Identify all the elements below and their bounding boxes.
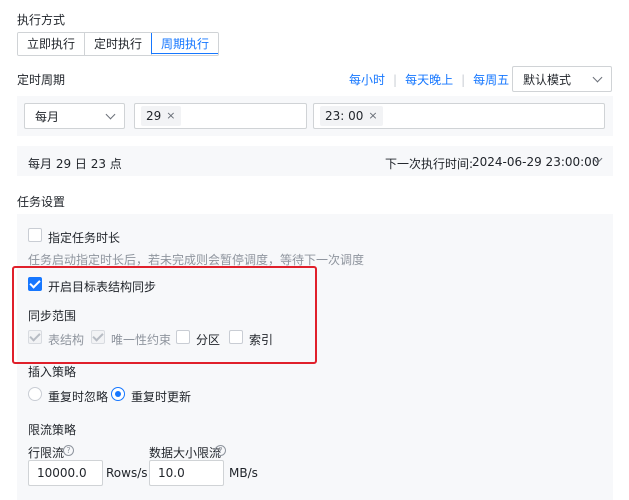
link-separator: | bbox=[461, 72, 466, 87]
insert-ignore-label: 重复时忽略 bbox=[48, 390, 109, 404]
insert-update-label: 重复时更新 bbox=[131, 390, 192, 404]
quick-link-nightly[interactable]: 每天晚上 bbox=[405, 71, 453, 88]
duration-checkbox[interactable] bbox=[28, 228, 42, 242]
time-tag: 23: 00 × bbox=[320, 106, 383, 126]
insert-ignore-radio[interactable] bbox=[28, 387, 42, 401]
row-limit-label: 行限流 bbox=[28, 446, 65, 460]
close-icon[interactable]: × bbox=[368, 106, 377, 126]
task-title: 任务设置 bbox=[17, 195, 66, 209]
exec-mode-scheduled[interactable]: 定时执行 bbox=[85, 33, 153, 55]
day-tag-label: 29 bbox=[146, 109, 162, 123]
time-multiselect[interactable]: 23: 00 × bbox=[313, 103, 605, 129]
data-limit-input[interactable]: 10.0 bbox=[149, 460, 224, 486]
help-icon[interactable]: ? bbox=[215, 445, 226, 456]
insert-update-radio[interactable] bbox=[111, 387, 125, 401]
limit-title: 限流策略 bbox=[28, 423, 77, 437]
time-tag-label: 23: 00 bbox=[325, 109, 364, 123]
exec-mode-segmented: 立即执行 定时执行 周期执行 bbox=[17, 32, 220, 56]
day-multiselect[interactable]: 29 × bbox=[134, 103, 307, 129]
help-icon[interactable]: ? bbox=[63, 445, 74, 456]
exec-mode-immediate[interactable]: 立即执行 bbox=[18, 33, 86, 55]
period-select-value: 每月 bbox=[35, 109, 60, 124]
next-run-label: 下一次执行时间: bbox=[385, 157, 474, 171]
exec-mode-title: 执行方式 bbox=[17, 13, 66, 27]
link-separator: | bbox=[393, 72, 398, 87]
chevron-down-icon bbox=[105, 109, 116, 119]
mode-select[interactable]: 默认模式 bbox=[512, 66, 612, 92]
day-tag: 29 × bbox=[141, 106, 181, 126]
highlight-box bbox=[12, 266, 317, 364]
next-run-value: 2024-06-29 23:00:00 bbox=[472, 155, 600, 169]
summary-text: 每月 29 日 23 点 bbox=[28, 157, 122, 171]
quick-links: 每小时 | 每天晚上 | 每周五 bbox=[349, 71, 509, 88]
row-limit-unit: Rows/s bbox=[106, 466, 148, 480]
data-limit-unit: MB/s bbox=[229, 466, 258, 480]
duration-label: 指定任务时长 bbox=[48, 231, 121, 245]
row-limit-input[interactable]: 10000.0 bbox=[28, 460, 103, 486]
quick-link-friday[interactable]: 每周五 bbox=[473, 71, 509, 88]
quick-link-hourly[interactable]: 每小时 bbox=[349, 71, 385, 88]
cycle-title: 定时周期 bbox=[17, 73, 66, 87]
insert-title: 插入策略 bbox=[28, 365, 77, 379]
exec-mode-periodic[interactable]: 周期执行 bbox=[151, 33, 219, 54]
mode-select-value: 默认模式 bbox=[523, 72, 572, 87]
data-limit-label: 数据大小限流 bbox=[149, 446, 222, 460]
chevron-down-icon bbox=[592, 72, 603, 82]
period-select[interactable]: 每月 bbox=[24, 103, 125, 129]
close-icon[interactable]: × bbox=[166, 106, 175, 126]
